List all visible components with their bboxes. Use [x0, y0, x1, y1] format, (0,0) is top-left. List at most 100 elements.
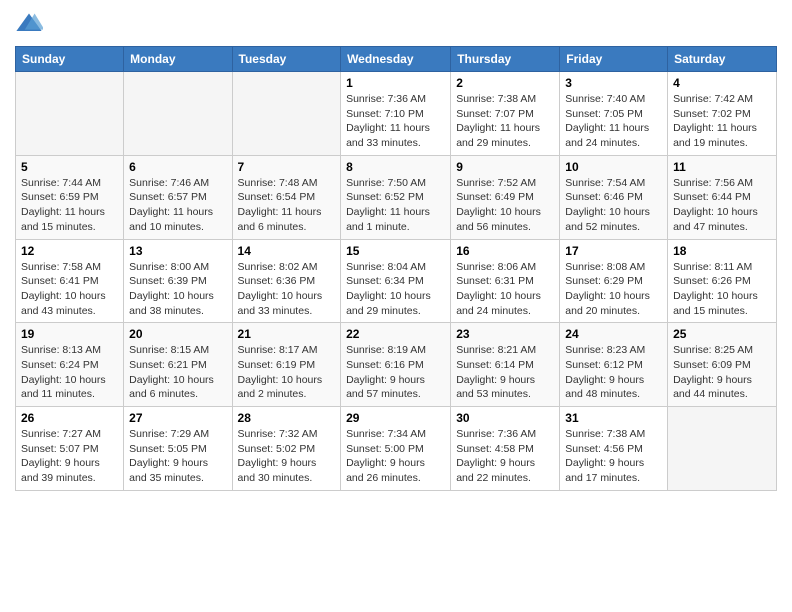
day-info: Sunrise: 7:46 AM Sunset: 6:57 PM Dayligh… [129, 176, 226, 235]
calendar-cell: 27 Sunrise: 7:29 AM Sunset: 5:05 PM Dayli… [124, 407, 232, 491]
day-info: Sunrise: 8:23 AM Sunset: 6:12 PM Dayligh… [565, 343, 662, 402]
calendar-cell: 29 Sunrise: 7:34 AM Sunset: 5:00 PM Dayli… [341, 407, 451, 491]
day-info: Sunrise: 7:32 AM Sunset: 5:02 PM Dayligh… [238, 427, 336, 486]
day-number: 4 [673, 76, 771, 90]
day-number: 27 [129, 411, 226, 425]
day-number: 30 [456, 411, 554, 425]
calendar-cell: 2 Sunrise: 7:38 AM Sunset: 7:07 PM Daylig… [451, 72, 560, 156]
logo [15, 10, 47, 38]
day-info: Sunrise: 7:40 AM Sunset: 7:05 PM Dayligh… [565, 92, 662, 151]
day-info: Sunrise: 7:38 AM Sunset: 7:07 PM Dayligh… [456, 92, 554, 151]
calendar-header-row: SundayMondayTuesdayWednesdayThursdayFrid… [16, 47, 777, 72]
day-info: Sunrise: 7:58 AM Sunset: 6:41 PM Dayligh… [21, 260, 118, 319]
calendar-header-friday: Friday [560, 47, 668, 72]
calendar-cell [668, 407, 777, 491]
calendar-cell: 12Sunrise: 7:58 AM Sunset: 6:41 PM Dayli… [16, 239, 124, 323]
calendar-week-row: 5 Sunrise: 7:44 AM Sunset: 6:59 PM Daylig… [16, 155, 777, 239]
calendar-cell: 21Sunrise: 8:17 AM Sunset: 6:19 PM Dayli… [232, 323, 341, 407]
calendar-cell: 24 Sunrise: 8:23 AM Sunset: 6:12 PM Dayli… [560, 323, 668, 407]
calendar-cell: 17Sunrise: 8:08 AM Sunset: 6:29 PM Dayli… [560, 239, 668, 323]
day-number: 3 [565, 76, 662, 90]
calendar-cell: 15 Sunrise: 8:04 AM Sunset: 6:34 PM Dayli… [341, 239, 451, 323]
day-number: 21 [238, 327, 336, 341]
calendar-header-tuesday: Tuesday [232, 47, 341, 72]
day-info: Sunrise: 7:36 AM Sunset: 4:58 PM Dayligh… [456, 427, 554, 486]
day-number: 15 [346, 244, 445, 258]
day-number: 29 [346, 411, 445, 425]
calendar-cell: 16Sunrise: 8:06 AM Sunset: 6:31 PM Dayli… [451, 239, 560, 323]
day-number: 14 [238, 244, 336, 258]
calendar-header-monday: Monday [124, 47, 232, 72]
calendar-cell: 5 Sunrise: 7:44 AM Sunset: 6:59 PM Daylig… [16, 155, 124, 239]
calendar-cell: 4 Sunrise: 7:42 AM Sunset: 7:02 PM Daylig… [668, 72, 777, 156]
calendar-cell: 26Sunrise: 7:27 AM Sunset: 5:07 PM Dayli… [16, 407, 124, 491]
calendar-header-thursday: Thursday [451, 47, 560, 72]
day-number: 23 [456, 327, 554, 341]
day-info: Sunrise: 8:11 AM Sunset: 6:26 PM Dayligh… [673, 260, 771, 319]
calendar-cell: 20 Sunrise: 8:15 AM Sunset: 6:21 PM Dayli… [124, 323, 232, 407]
day-number: 9 [456, 160, 554, 174]
day-number: 31 [565, 411, 662, 425]
calendar-cell: 18 Sunrise: 8:11 AM Sunset: 6:26 PM Dayli… [668, 239, 777, 323]
day-number: 11 [673, 160, 771, 174]
day-number: 25 [673, 327, 771, 341]
day-number: 1 [346, 76, 445, 90]
day-info: Sunrise: 7:29 AM Sunset: 5:05 PM Dayligh… [129, 427, 226, 486]
day-info: Sunrise: 7:52 AM Sunset: 6:49 PM Dayligh… [456, 176, 554, 235]
calendar-week-row: 1 Sunrise: 7:36 AM Sunset: 7:10 PM Daylig… [16, 72, 777, 156]
day-info: Sunrise: 8:15 AM Sunset: 6:21 PM Dayligh… [129, 343, 226, 402]
calendar-cell: 28 Sunrise: 7:32 AM Sunset: 5:02 PM Dayli… [232, 407, 341, 491]
calendar-cell: 14 Sunrise: 8:02 AM Sunset: 6:36 PM Dayli… [232, 239, 341, 323]
day-info: Sunrise: 8:25 AM Sunset: 6:09 PM Dayligh… [673, 343, 771, 402]
day-info: Sunrise: 8:13 AM Sunset: 6:24 PM Dayligh… [21, 343, 118, 402]
logo-icon [15, 10, 43, 38]
day-info: Sunrise: 8:02 AM Sunset: 6:36 PM Dayligh… [238, 260, 336, 319]
day-number: 24 [565, 327, 662, 341]
calendar-cell: 22 Sunrise: 8:19 AM Sunset: 6:16 PM Dayli… [341, 323, 451, 407]
calendar-cell: 9 Sunrise: 7:52 AM Sunset: 6:49 PM Daylig… [451, 155, 560, 239]
calendar-cell: 3 Sunrise: 7:40 AM Sunset: 7:05 PM Daylig… [560, 72, 668, 156]
day-info: Sunrise: 8:00 AM Sunset: 6:39 PM Dayligh… [129, 260, 226, 319]
day-number: 6 [129, 160, 226, 174]
calendar-cell [16, 72, 124, 156]
day-number: 2 [456, 76, 554, 90]
day-number: 22 [346, 327, 445, 341]
day-info: Sunrise: 7:48 AM Sunset: 6:54 PM Dayligh… [238, 176, 336, 235]
day-info: Sunrise: 8:04 AM Sunset: 6:34 PM Dayligh… [346, 260, 445, 319]
calendar-cell: 25 Sunrise: 8:25 AM Sunset: 6:09 PM Dayli… [668, 323, 777, 407]
day-info: Sunrise: 7:42 AM Sunset: 7:02 PM Dayligh… [673, 92, 771, 151]
day-info: Sunrise: 8:08 AM Sunset: 6:29 PM Dayligh… [565, 260, 662, 319]
calendar-week-row: 12Sunrise: 7:58 AM Sunset: 6:41 PM Dayli… [16, 239, 777, 323]
calendar-cell: 6 Sunrise: 7:46 AM Sunset: 6:57 PM Daylig… [124, 155, 232, 239]
day-number: 10 [565, 160, 662, 174]
calendar-cell: 1 Sunrise: 7:36 AM Sunset: 7:10 PM Daylig… [341, 72, 451, 156]
calendar-header-saturday: Saturday [668, 47, 777, 72]
page: SundayMondayTuesdayWednesdayThursdayFrid… [0, 0, 792, 501]
day-info: Sunrise: 8:19 AM Sunset: 6:16 PM Dayligh… [346, 343, 445, 402]
day-number: 18 [673, 244, 771, 258]
day-number: 28 [238, 411, 336, 425]
day-info: Sunrise: 7:44 AM Sunset: 6:59 PM Dayligh… [21, 176, 118, 235]
calendar-cell: 8 Sunrise: 7:50 AM Sunset: 6:52 PM Daylig… [341, 155, 451, 239]
day-number: 26 [21, 411, 118, 425]
day-info: Sunrise: 7:36 AM Sunset: 7:10 PM Dayligh… [346, 92, 445, 151]
day-number: 8 [346, 160, 445, 174]
day-number: 20 [129, 327, 226, 341]
calendar: SundayMondayTuesdayWednesdayThursdayFrid… [15, 46, 777, 491]
header [15, 10, 777, 38]
day-info: Sunrise: 7:50 AM Sunset: 6:52 PM Dayligh… [346, 176, 445, 235]
day-info: Sunrise: 7:54 AM Sunset: 6:46 PM Dayligh… [565, 176, 662, 235]
day-number: 19 [21, 327, 118, 341]
calendar-cell [124, 72, 232, 156]
day-number: 13 [129, 244, 226, 258]
day-number: 5 [21, 160, 118, 174]
day-info: Sunrise: 7:56 AM Sunset: 6:44 PM Dayligh… [673, 176, 771, 235]
calendar-cell: 19 Sunrise: 8:13 AM Sunset: 6:24 PM Dayli… [16, 323, 124, 407]
calendar-week-row: 19 Sunrise: 8:13 AM Sunset: 6:24 PM Dayli… [16, 323, 777, 407]
calendar-header-sunday: Sunday [16, 47, 124, 72]
day-info: Sunrise: 7:38 AM Sunset: 4:56 PM Dayligh… [565, 427, 662, 486]
calendar-cell: 11 Sunrise: 7:56 AM Sunset: 6:44 PM Dayli… [668, 155, 777, 239]
day-info: Sunrise: 7:34 AM Sunset: 5:00 PM Dayligh… [346, 427, 445, 486]
day-info: Sunrise: 8:06 AM Sunset: 6:31 PM Dayligh… [456, 260, 554, 319]
calendar-header-wednesday: Wednesday [341, 47, 451, 72]
